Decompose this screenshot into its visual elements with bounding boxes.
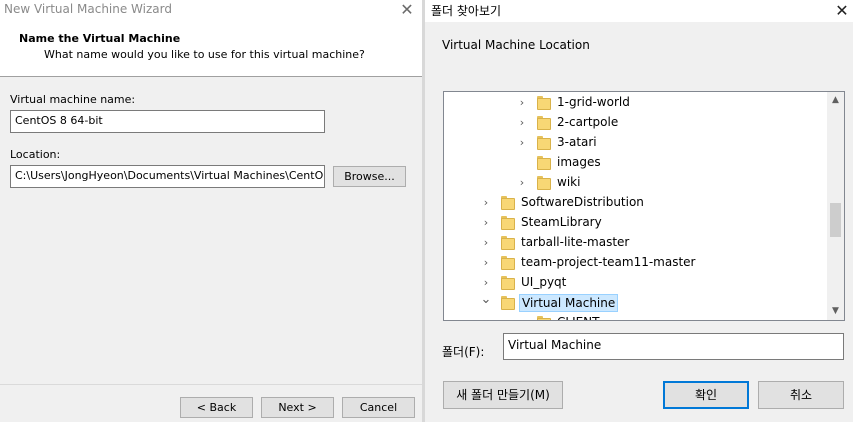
tree-item-label: SteamLibrary	[521, 215, 602, 229]
scroll-up-icon[interactable]: ▲	[827, 92, 844, 109]
tree-item[interactable]: › UI_pyqt	[444, 273, 828, 293]
folder-icon	[501, 236, 515, 250]
tree-item-label: team-project-team11-master	[521, 255, 696, 269]
chevron-right-icon[interactable]: ›	[480, 196, 492, 210]
next-button[interactable]: Next >	[261, 397, 334, 418]
tree-item[interactable]: › team-project-team11-master	[444, 253, 828, 273]
tree-item[interactable]: › wiki	[444, 173, 828, 193]
browse-titlebar: 폴더 찾아보기 ✕	[425, 0, 853, 22]
tree-item-label: 2-cartpole	[557, 115, 619, 129]
folder-tree[interactable]: CLIENT ⌄ Virtual Machine › UI_pyqt › team-proj…	[443, 91, 845, 321]
scroll-thumb[interactable]	[830, 203, 841, 237]
wizard-header-subtitle: What name would you like to use for this…	[44, 48, 365, 61]
tree-item-label: tarball-lite-master	[521, 235, 630, 249]
folder-icon	[537, 96, 551, 110]
tree-item[interactable]: CLIENT	[444, 313, 828, 320]
close-icon[interactable]: ✕	[398, 0, 416, 20]
new-folder-button[interactable]: 새 폴더 만들기(M)	[443, 381, 563, 409]
tree-item[interactable]: ⌄ Virtual Machine	[444, 293, 828, 313]
tree-scrollbar[interactable]: ▲ ▼	[827, 92, 844, 320]
browse-folder-dialog: 폴더 찾아보기 ✕ Virtual Machine Location CLIEN…	[425, 0, 853, 422]
folder-icon	[501, 256, 515, 270]
tree-item-label: 3-atari	[557, 135, 597, 149]
wizard-header: Name the Virtual Machine What name would…	[0, 22, 422, 77]
folder-icon	[537, 316, 551, 320]
tree-item-label: wiki	[557, 175, 581, 189]
browse-title: 폴더 찾아보기	[431, 4, 502, 18]
ok-button[interactable]: 확인	[663, 381, 749, 409]
chevron-right-icon[interactable]: ›	[480, 276, 492, 290]
tree-item[interactable]: › SoftwareDistribution	[444, 193, 828, 213]
location-label: Location:	[10, 148, 61, 161]
tree-item[interactable]: › SteamLibrary	[444, 213, 828, 233]
folder-label: 폴더(F):	[442, 345, 485, 359]
chevron-down-icon[interactable]: ⌄	[480, 293, 492, 310]
chevron-right-icon[interactable]: ›	[480, 216, 492, 230]
wizard-header-title: Name the Virtual Machine	[19, 32, 181, 45]
wizard-title: New Virtual Machine Wizard	[4, 2, 172, 16]
tree-item[interactable]: › tarball-lite-master	[444, 233, 828, 253]
tree-item-label: 1-grid-world	[557, 95, 630, 109]
location-input[interactable]: C:\Users\JongHyeon\Documents\Virtual Mac…	[10, 165, 325, 188]
folder-icon	[501, 196, 515, 210]
browse-description: Virtual Machine Location	[442, 38, 590, 52]
chevron-right-icon[interactable]: ›	[480, 236, 492, 250]
vm-name-input[interactable]: CentOS 8 64-bit	[10, 110, 325, 133]
folder-icon	[501, 216, 515, 230]
chevron-right-icon[interactable]: ›	[516, 176, 528, 190]
chevron-right-icon[interactable]: ›	[516, 116, 528, 130]
folder-icon	[537, 136, 551, 150]
folder-icon	[537, 176, 551, 190]
tree-item-label: Virtual Machine	[519, 294, 619, 312]
back-button[interactable]: < Back	[180, 397, 253, 418]
tree-item-label: SoftwareDistribution	[521, 195, 644, 209]
wizard-footer-divider	[0, 384, 422, 385]
chevron-right-icon[interactable]: ›	[480, 256, 492, 270]
folder-icon	[501, 276, 515, 290]
wizard-titlebar: New Virtual Machine Wizard ✕	[0, 0, 422, 22]
browse-cancel-button[interactable]: 취소	[758, 381, 844, 409]
tree-item[interactable]: › 3-atari	[444, 133, 828, 153]
tree-item-label: UI_pyqt	[521, 275, 567, 289]
tree-item-label: images	[557, 155, 601, 169]
folder-icon	[537, 116, 551, 130]
scroll-down-icon[interactable]: ▼	[827, 303, 844, 320]
chevron-right-icon[interactable]: ›	[516, 96, 528, 110]
folder-input[interactable]: Virtual Machine	[503, 333, 844, 360]
vm-name-label: Virtual machine name:	[10, 93, 136, 106]
folder-icon	[537, 156, 551, 170]
wizard-cancel-button[interactable]: Cancel	[342, 397, 415, 418]
close-icon[interactable]: ✕	[833, 0, 851, 22]
tree-item[interactable]: › 1-grid-world	[444, 93, 828, 113]
new-vm-wizard-window: New Virtual Machine Wizard ✕ Name the Vi…	[0, 0, 422, 422]
folder-icon	[501, 296, 515, 310]
tree-item[interactable]: images	[444, 153, 828, 173]
tree-item-label: CLIENT	[555, 315, 602, 320]
chevron-right-icon[interactable]: ›	[516, 136, 528, 150]
tree-item[interactable]: › 2-cartpole	[444, 113, 828, 133]
browse-button[interactable]: Browse...	[333, 166, 406, 187]
